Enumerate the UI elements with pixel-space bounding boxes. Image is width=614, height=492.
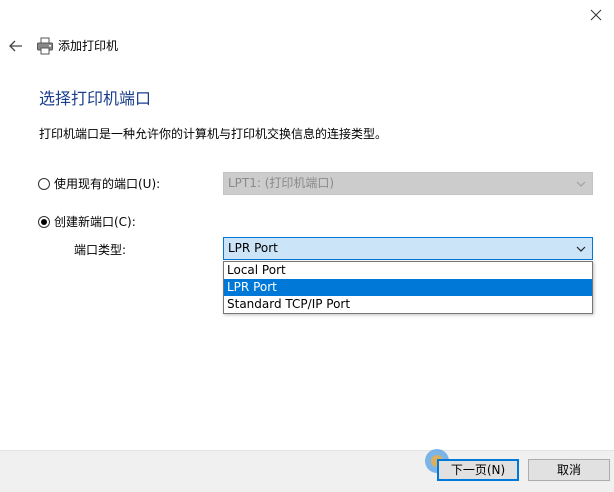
page-description: 打印机端口是一种允许你的计算机与打印机交换信息的连接类型。 xyxy=(39,127,388,141)
existing-port-select: LPT1: (打印机端口) xyxy=(223,172,593,195)
create-new-port-label: 创建新端口(C): xyxy=(54,215,136,229)
close-button[interactable] xyxy=(585,4,607,26)
chevron-down-icon xyxy=(576,181,586,187)
footer-bar xyxy=(0,450,614,492)
create-new-port-radio[interactable]: 创建新端口(C): xyxy=(38,214,136,230)
use-existing-port-radio[interactable]: 使用现有的端口(U): xyxy=(38,176,160,192)
cancel-button[interactable]: 取消 xyxy=(528,459,610,481)
page-heading: 选择打印机端口 xyxy=(39,89,152,108)
printer-icon xyxy=(37,37,53,55)
port-type-dropdown-list: Local Port LPR Port Standard TCP/IP Port xyxy=(223,261,593,314)
dropdown-option-lpr-port[interactable]: LPR Port xyxy=(224,279,592,296)
port-type-label: 端口类型: xyxy=(74,243,127,257)
radio-unchecked[interactable] xyxy=(38,178,50,190)
window-title: 添加打印机 xyxy=(58,39,119,53)
back-arrow-icon xyxy=(9,40,22,52)
port-type-value: LPR Port xyxy=(228,241,278,255)
close-icon xyxy=(590,9,602,21)
dropdown-option-standard-tcpip-port[interactable]: Standard TCP/IP Port xyxy=(224,296,592,313)
back-button[interactable] xyxy=(6,36,26,56)
use-existing-port-label: 使用现有的端口(U): xyxy=(54,177,161,191)
chevron-down-icon xyxy=(576,246,586,252)
existing-port-value: LPT1: (打印机端口) xyxy=(228,176,335,190)
port-type-select[interactable]: LPR Port xyxy=(223,237,593,260)
radio-checked[interactable] xyxy=(38,216,50,228)
dropdown-option-local-port[interactable]: Local Port xyxy=(224,262,592,279)
next-button[interactable]: 下一页(N) xyxy=(437,459,519,481)
